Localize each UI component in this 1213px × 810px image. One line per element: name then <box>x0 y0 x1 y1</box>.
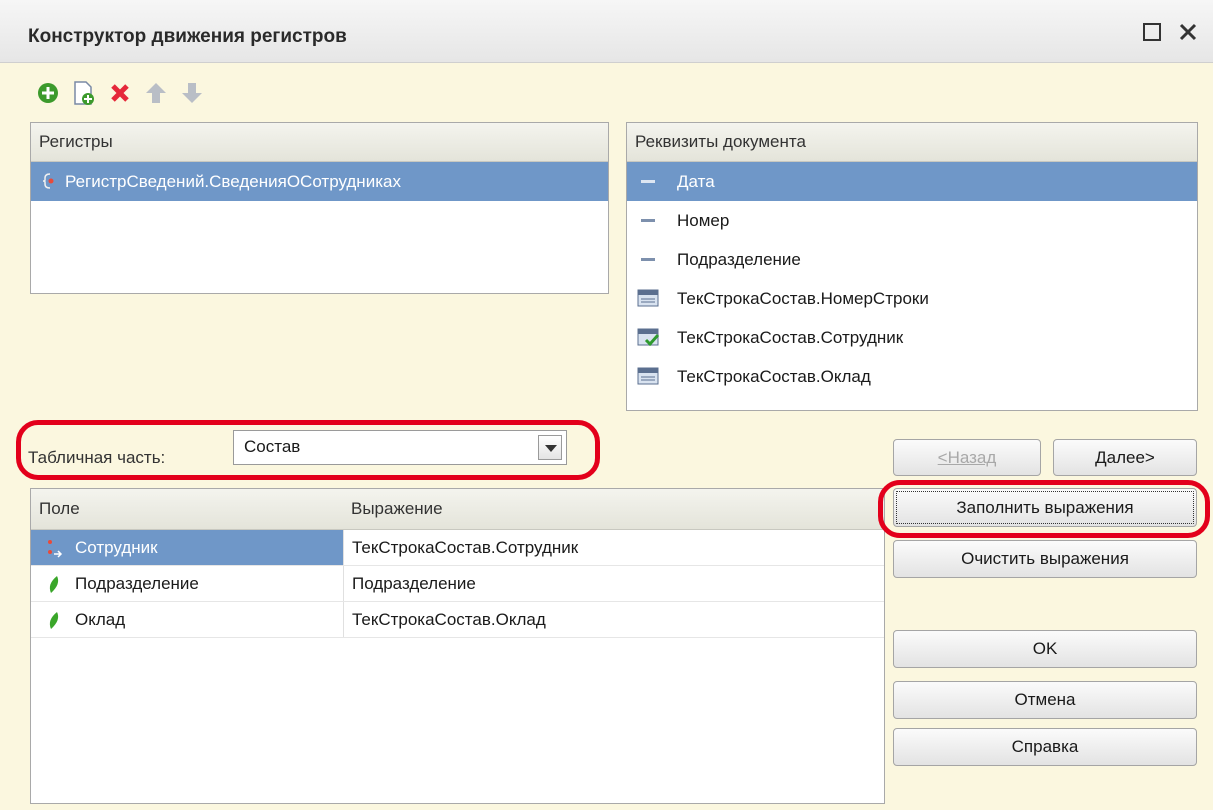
document-attributes-header: Реквизиты документа <box>627 123 1197 162</box>
expression-cell[interactable]: ТекСтрокаСостав.Оклад <box>343 602 884 637</box>
title-bar: Конструктор движения регистров <box>0 0 1213 63</box>
table-header: Поле Выражение <box>31 489 884 530</box>
column-header-expression: Выражение <box>351 499 443 518</box>
attribute-label: Дата <box>677 172 715 191</box>
tabular-part-label: Табличная часть: <box>28 448 166 467</box>
attribute-item[interactable]: ТекСтрокаСостав.НомерСтроки <box>627 279 1197 318</box>
fields-table: Поле Выражение Сотрудник ТекСтрокаСостав… <box>30 488 885 804</box>
dimension-icon <box>48 540 63 558</box>
add-copy-icon[interactable] <box>70 78 98 108</box>
delete-icon[interactable] <box>106 78 134 108</box>
chevron-down-icon[interactable] <box>538 435 562 460</box>
register-movements-wizard: Конструктор движения регистров Регистры … <box>0 0 1213 810</box>
help-button[interactable]: Справка <box>893 728 1197 766</box>
attribute-icon <box>641 219 655 222</box>
cancel-button[interactable]: Отмена <box>893 681 1197 719</box>
tabular-attribute-check-icon <box>637 328 659 346</box>
register-item[interactable]: РегистрСведений.СведенияОСотрудниках <box>31 162 608 201</box>
attribute-icon <box>641 258 655 261</box>
registers-header: Регистры <box>31 123 608 162</box>
next-button-label: Далее> <box>1095 448 1155 467</box>
registers-panel: Регистры РегистрСведений.СведенияОСотруд… <box>30 122 609 294</box>
back-button-label: <Назад <box>937 448 997 467</box>
attribute-label: Подразделение <box>677 250 801 269</box>
attribute-label: ТекСтрокаСостав.Сотрудник <box>677 328 904 347</box>
attribute-item[interactable]: ТекСтрокаСостав.Сотрудник <box>627 318 1197 357</box>
resource-icon <box>49 576 59 593</box>
next-button[interactable]: Далее> <box>1053 439 1197 476</box>
maximize-icon[interactable] <box>1140 22 1164 46</box>
document-attributes-panel: Реквизиты документа Дата Номер Подраздел… <box>626 122 1198 411</box>
field-name: Оклад <box>75 610 126 629</box>
attribute-item[interactable]: Дата <box>627 162 1197 201</box>
register-icon <box>42 173 54 189</box>
attribute-label: ТекСтрокаСостав.Оклад <box>677 367 871 386</box>
fill-expressions-button[interactable]: Заполнить выражения <box>893 488 1197 527</box>
help-button-label: Справка <box>1011 737 1079 756</box>
field-cell: Сотрудник <box>31 530 343 565</box>
attribute-icon <box>641 180 655 183</box>
ok-button-label: OK <box>1032 639 1058 658</box>
close-icon[interactable] <box>1176 22 1200 46</box>
window-title: Конструктор движения регистров <box>28 26 347 47</box>
field-cell: Оклад <box>31 602 343 637</box>
attribute-item[interactable]: Номер <box>627 201 1197 240</box>
move-down-icon[interactable] <box>178 78 206 108</box>
table-row[interactable]: Сотрудник ТекСтрокаСостав.Сотрудник <box>31 530 884 566</box>
clear-expressions-label: Очистить выражения <box>961 549 1129 568</box>
expression-cell[interactable]: ТекСтрокаСостав.Сотрудник <box>343 530 884 565</box>
tabular-part-value: Состав <box>244 437 301 456</box>
tabular-attribute-icon <box>637 367 659 385</box>
field-cell: Подразделение <box>31 566 343 601</box>
tabular-part-select[interactable]: Состав <box>233 430 567 465</box>
back-button[interactable]: <Назад <box>893 439 1041 476</box>
table-row[interactable]: Подразделение Подразделение <box>31 566 884 602</box>
table-row[interactable]: Оклад ТекСтрокаСостав.Оклад <box>31 602 884 638</box>
register-label: РегистрСведений.СведенияОСотрудниках <box>65 172 401 191</box>
column-header-field: Поле <box>39 499 80 518</box>
ok-button[interactable]: OK <box>893 630 1197 668</box>
tabular-attribute-icon <box>637 289 659 307</box>
attribute-item[interactable]: Подразделение <box>627 240 1197 279</box>
fill-expressions-label: Заполнить выражения <box>956 498 1134 517</box>
cancel-button-label: Отмена <box>1014 690 1076 709</box>
attribute-label: Номер <box>677 211 730 230</box>
clear-expressions-button[interactable]: Очистить выражения <box>893 540 1197 578</box>
field-name: Сотрудник <box>75 538 158 557</box>
add-icon[interactable] <box>34 78 62 108</box>
move-up-icon[interactable] <box>142 78 170 108</box>
attribute-label: ТекСтрокаСостав.НомерСтроки <box>677 289 929 308</box>
resource-icon <box>49 612 59 629</box>
expression-cell[interactable]: Подразделение <box>343 566 884 601</box>
attribute-item[interactable]: ТекСтрокаСостав.Оклад <box>627 357 1197 396</box>
field-name: Подразделение <box>75 574 199 593</box>
